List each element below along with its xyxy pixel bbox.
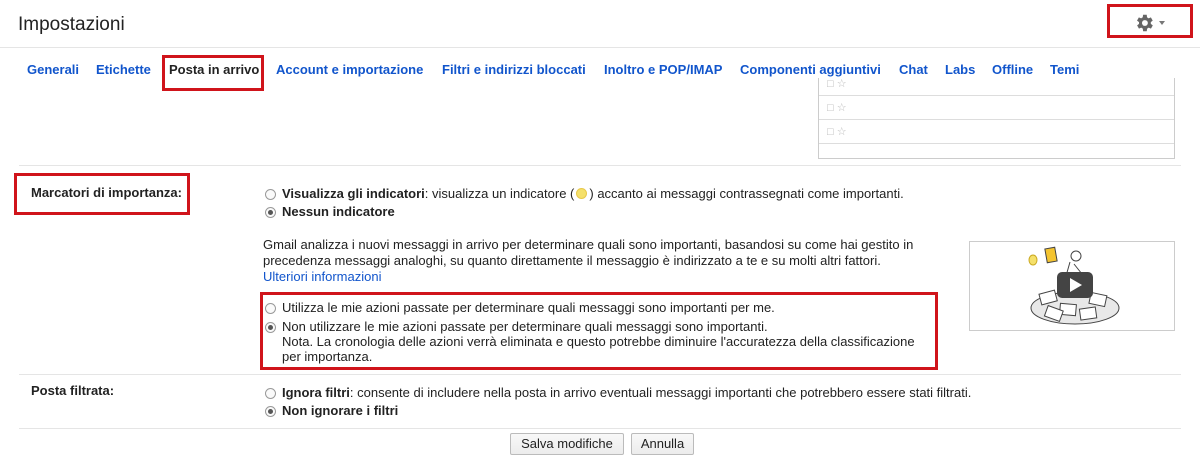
header-divider	[0, 47, 1200, 48]
radio-use-past-actions[interactable]	[265, 303, 276, 314]
dont-ignore-filters-label: Non ignorare i filtri	[282, 403, 399, 418]
page-title: Impostazioni	[18, 14, 125, 35]
importance-description: Gmail analizza i nuovi messaggi in arriv…	[263, 237, 943, 285]
learn-more-link[interactable]: Ulteriori informazioni	[263, 269, 381, 284]
tab-generali[interactable]: Generali	[27, 62, 79, 77]
tab-inoltro[interactable]: Inoltro e POP/IMAP	[604, 62, 722, 77]
filtered-label: Posta filtrata:	[31, 383, 115, 398]
video-thumbnail[interactable]	[969, 241, 1175, 331]
preview-row: □ ☆	[819, 120, 1174, 144]
show-indicators-label: Visualizza gli indicatori	[282, 186, 425, 201]
chevron-down-icon[interactable]	[1159, 21, 1165, 25]
past-actions-note: Nota. La cronologia delle azioni verrà e…	[282, 334, 915, 364]
radio-dont-use-past-actions[interactable]	[265, 322, 276, 333]
show-indicators-desc-b: ) accanto ai messaggi contrassegnati com…	[589, 186, 904, 201]
tab-etichette[interactable]: Etichette	[96, 62, 151, 77]
video-illustration-icon	[1028, 246, 1120, 325]
radio-no-indicator[interactable]	[265, 207, 276, 218]
tab-account-importazione[interactable]: Account e importazione	[276, 62, 423, 77]
inbox-preview: □ ☆ □ ☆ □ ☆	[818, 78, 1175, 159]
description-text: Gmail analizza i nuovi messaggi in arriv…	[263, 237, 914, 268]
gear-icon[interactable]	[1133, 12, 1155, 34]
ignore-filters-option: Ignora filtri: consente di includere nel…	[282, 385, 971, 400]
save-button[interactable]: Salva modifiche	[510, 433, 624, 455]
importance-marker-icon	[576, 188, 588, 199]
radio-show-indicators[interactable]	[265, 189, 276, 200]
tab-labs[interactable]: Labs	[945, 62, 975, 77]
preview-row: □ ☆	[819, 96, 1174, 120]
tab-chat[interactable]: Chat	[899, 62, 928, 77]
ignore-filters-label: Ignora filtri	[282, 385, 350, 400]
tab-filtri[interactable]: Filtri e indirizzi bloccati	[442, 62, 586, 77]
tab-offline[interactable]: Offline	[992, 62, 1033, 77]
active-tab-highlight-box	[162, 55, 264, 91]
use-past-actions-label: Utilizza le mie azioni passate per deter…	[282, 300, 775, 315]
preview-row: □ ☆	[819, 78, 1174, 96]
no-indicator-label: Nessun indicatore	[282, 204, 395, 219]
radio-ignore-filters[interactable]	[265, 388, 276, 399]
show-indicators-option: Visualizza gli indicatori: visualizza un…	[282, 186, 904, 201]
ignore-filters-desc: : consente di includere nella posta in a…	[349, 385, 972, 400]
section-divider	[19, 374, 1181, 375]
section-divider	[19, 428, 1181, 429]
cancel-button[interactable]: Annulla	[631, 433, 694, 455]
tab-componenti[interactable]: Componenti aggiuntivi	[740, 62, 881, 77]
tab-temi[interactable]: Temi	[1050, 62, 1079, 77]
section-divider	[19, 165, 1181, 166]
show-indicators-desc-a: : visualizza un indicatore (	[424, 186, 575, 201]
dont-use-past-actions-label: Non utilizzare le mie azioni passate per…	[282, 319, 768, 334]
radio-dont-ignore-filters[interactable]	[265, 406, 276, 417]
importance-label: Marcatori di importanza:	[31, 185, 182, 200]
